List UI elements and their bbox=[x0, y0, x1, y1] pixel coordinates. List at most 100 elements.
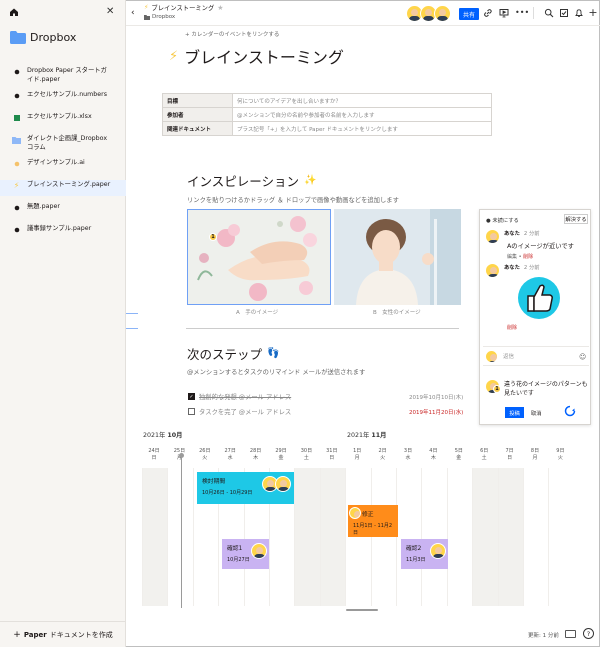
home-icon[interactable] bbox=[9, 7, 19, 17]
timeline-column bbox=[345, 468, 370, 606]
timeline-day: 24日日 bbox=[148, 448, 160, 462]
avatar[interactable] bbox=[434, 5, 451, 22]
timeline-year: 2021年 bbox=[143, 432, 166, 439]
numbers-file-icon bbox=[12, 91, 21, 100]
avatar[interactable] bbox=[275, 476, 291, 492]
sidebar-item-paper-guide[interactable]: Dropbox Paper スタートガイド.paper bbox=[0, 66, 126, 84]
breadcrumb[interactable]: Dropbox bbox=[144, 14, 175, 20]
inspiration-heading[interactable]: インスピレーション bbox=[187, 171, 299, 190]
task-checkbox[interactable] bbox=[188, 408, 195, 415]
last-updated: 更新: 1 分前 bbox=[528, 633, 559, 639]
cancel-comment-button[interactable]: 取消 bbox=[531, 409, 542, 417]
table-cell-key[interactable]: 目標 bbox=[162, 93, 233, 108]
sidebar-item-minutes[interactable]: 議事録サンプル.paper bbox=[0, 224, 126, 240]
sidebar-brand-name: Dropbox bbox=[30, 31, 77, 44]
resolve-button[interactable]: 解決する bbox=[564, 214, 588, 224]
link-icon[interactable] bbox=[483, 8, 493, 18]
delete-comment-link[interactable]: 削除 bbox=[507, 325, 517, 331]
timeline-bar-review-period[interactable]: 検討期間 10月26日 - 10月29日 bbox=[197, 472, 294, 504]
avatar bbox=[485, 349, 498, 363]
notification-bell-icon[interactable] bbox=[574, 8, 584, 18]
present-icon[interactable] bbox=[499, 8, 509, 18]
timeline-weekday: 金 bbox=[456, 455, 462, 461]
add-icon[interactable]: + bbox=[588, 7, 598, 18]
hands-flowers-image[interactable]: 1 bbox=[187, 209, 331, 305]
sidebar-item-label: エクセルサンプル.xlsx bbox=[27, 113, 92, 120]
comment-actions: 削除 bbox=[507, 324, 517, 331]
avatar[interactable] bbox=[251, 543, 267, 559]
table-cell-value[interactable]: @メンションで自分の名前や参加者の名前を入力します bbox=[232, 107, 492, 122]
edit-comment-link[interactable]: 編集 bbox=[507, 254, 517, 260]
sidebar-item-column-folder[interactable]: ダイレクト企画課_Dropboxコラム bbox=[0, 134, 126, 152]
help-icon[interactable]: ? bbox=[583, 628, 594, 639]
footprints-icon: 👣 bbox=[267, 348, 280, 359]
link-calendar-event[interactable]: + カレンダーのイベントをリンクする bbox=[185, 30, 279, 38]
avatar[interactable] bbox=[430, 543, 446, 559]
timeline-weekday: 日 bbox=[329, 455, 335, 461]
timeline-day: 2日火 bbox=[377, 448, 389, 462]
woman-image[interactable] bbox=[334, 209, 461, 305]
table-cell-value[interactable]: プラス記号「+」を入力して Paper ドキュメントをリンクします bbox=[232, 121, 492, 136]
avatar[interactable] bbox=[349, 507, 361, 519]
avatar[interactable] bbox=[485, 229, 500, 244]
timeline-weekday: 火 bbox=[557, 455, 563, 461]
sidebar-item-xlsx[interactable]: エクセルサンプル.xlsx bbox=[0, 112, 126, 128]
timeline-bar-check-1[interactable]: 確認1 10月27日 bbox=[222, 539, 269, 569]
table-cell-key[interactable]: 関連ドキュメント bbox=[162, 121, 233, 136]
comment-badge[interactable]: 1 bbox=[209, 233, 217, 241]
timeline-column bbox=[396, 468, 421, 606]
keyboard-shortcuts-icon[interactable] bbox=[565, 630, 576, 638]
close-sidebar-icon[interactable]: ✕ bbox=[106, 6, 114, 17]
dropbox-folder-icon bbox=[10, 31, 26, 44]
delete-comment-link[interactable]: 削除 bbox=[523, 254, 533, 260]
create-paper-doc-button[interactable]: + Paper ドキュメントを作成 bbox=[0, 621, 126, 647]
timeline-month-november: 2021年 11月 bbox=[347, 430, 386, 439]
table-cell-key[interactable]: 参加者 bbox=[162, 107, 233, 122]
reply-field[interactable]: 返信 bbox=[483, 346, 589, 366]
timeline-bar-fix[interactable]: 修正 11月1日 - 11月2日 bbox=[348, 505, 398, 537]
task-checkbox-checked[interactable]: ✓ bbox=[188, 393, 195, 400]
timeline-weekday: 木 bbox=[253, 455, 259, 461]
next-steps-heading[interactable]: 次のステップ bbox=[187, 344, 262, 363]
timeline-day-number: 5日 bbox=[454, 448, 463, 454]
sidebar-file-list: Dropbox Paper スタートガイド.paper エクセルサンプル.num… bbox=[0, 66, 126, 246]
task-label[interactable]: 独創的な発想 @メール アドレス bbox=[199, 392, 291, 401]
timeline-day-number: 8日 bbox=[530, 448, 540, 454]
sidebar-brand[interactable]: Dropbox bbox=[10, 31, 76, 44]
sidebar-item-label: Dropbox Paper スタートガイド.paper bbox=[27, 67, 107, 83]
sidebar-item-design-ai[interactable]: デザインサンプル.ai bbox=[0, 158, 126, 174]
timeline-day-number: 9日 bbox=[556, 448, 565, 454]
share-button[interactable]: 共有 bbox=[459, 8, 479, 20]
more-options-icon[interactable]: ••• bbox=[515, 8, 529, 18]
timeline-scrollbar[interactable] bbox=[346, 609, 378, 611]
folder-icon bbox=[144, 14, 150, 20]
task-due-date[interactable]: 2019年10月10日(木) bbox=[409, 393, 463, 401]
table-cell-value[interactable]: 何についてのアイデアを出し合いますか？ bbox=[232, 93, 492, 108]
task-label[interactable]: タスクを完了 @メール アドレス bbox=[199, 407, 291, 416]
timeline-column bbox=[370, 468, 396, 606]
task-due-date[interactable]: 2019年11月20日(水) bbox=[409, 408, 463, 416]
timeline-day-number: 28日 bbox=[249, 448, 262, 454]
timeline-bar-check-2[interactable]: 確認2 11月3日 bbox=[401, 539, 448, 569]
emoji-icon[interactable]: ☺ bbox=[579, 353, 586, 361]
mark-unread-link[interactable]: ● 未読にする bbox=[486, 216, 519, 224]
collaborator-avatars[interactable] bbox=[406, 5, 451, 22]
doc-title-bar[interactable]: ⚡ ブレインストーミング ★ bbox=[144, 3, 224, 13]
create-paper-doc-bold: Paper bbox=[23, 630, 47, 639]
sidebar-item-label: ブレインストーミング.paper bbox=[27, 181, 111, 188]
post-comment-button[interactable]: 投稿 bbox=[505, 407, 524, 418]
sidebar-item-untitled[interactable]: 無題.paper bbox=[0, 202, 126, 218]
sidebar-item-numbers[interactable]: エクセルサンプル.numbers bbox=[0, 90, 126, 106]
page-title[interactable]: ブレインストーミング bbox=[184, 44, 344, 68]
star-icon[interactable]: ★ bbox=[217, 4, 223, 12]
back-arrow-icon[interactable]: ‹ bbox=[131, 8, 135, 18]
timeline-column bbox=[472, 468, 498, 606]
timeline-day: 3日水 bbox=[402, 448, 414, 462]
timeline-today-marker[interactable] bbox=[179, 453, 184, 608]
checklist-icon[interactable] bbox=[559, 8, 569, 18]
new-comment-input[interactable]: 違う花のイメージのパターンも見たいです bbox=[504, 380, 588, 398]
search-icon[interactable] bbox=[544, 8, 554, 18]
timeline-weekday: 火 bbox=[380, 455, 386, 461]
sidebar-item-brainstorming[interactable]: ⚡ ブレインストーミング.paper bbox=[0, 180, 126, 196]
avatar[interactable] bbox=[485, 263, 500, 278]
